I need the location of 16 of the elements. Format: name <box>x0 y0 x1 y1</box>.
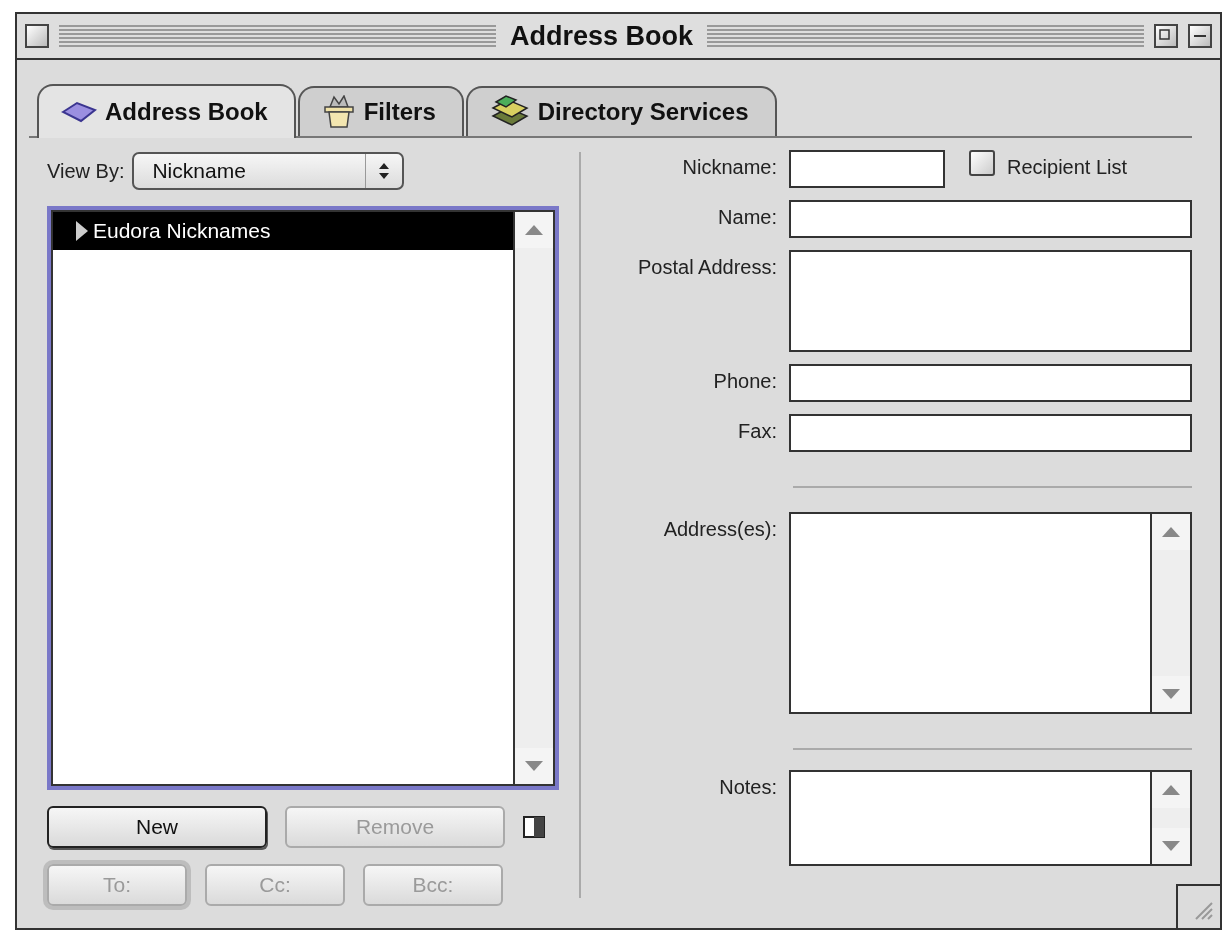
field-label: Postal Address: <box>637 255 777 279</box>
list-item[interactable]: Eudora Nicknames <box>53 212 513 250</box>
field-label: Phone: <box>712 369 777 393</box>
field-label: Notes: <box>718 775 777 799</box>
field-label: Nickname: <box>681 155 777 179</box>
field-label: Fax: <box>737 419 777 443</box>
field-label: Address(es): <box>662 517 777 541</box>
checkbox-label: Recipient List <box>1007 155 1128 179</box>
tab[interactable]: Filters <box>297 86 464 136</box>
window-title: Address Book <box>509 20 695 52</box>
view-by-label: View By: <box>47 159 125 183</box>
list-button[interactable]: New <box>47 806 267 848</box>
tab[interactable]: Directory Services <box>465 86 777 136</box>
field-label: Name: <box>717 205 777 229</box>
tab[interactable]: Address Book <box>37 84 296 138</box>
view-by-popup[interactable]: Nickname <box>132 152 405 190</box>
